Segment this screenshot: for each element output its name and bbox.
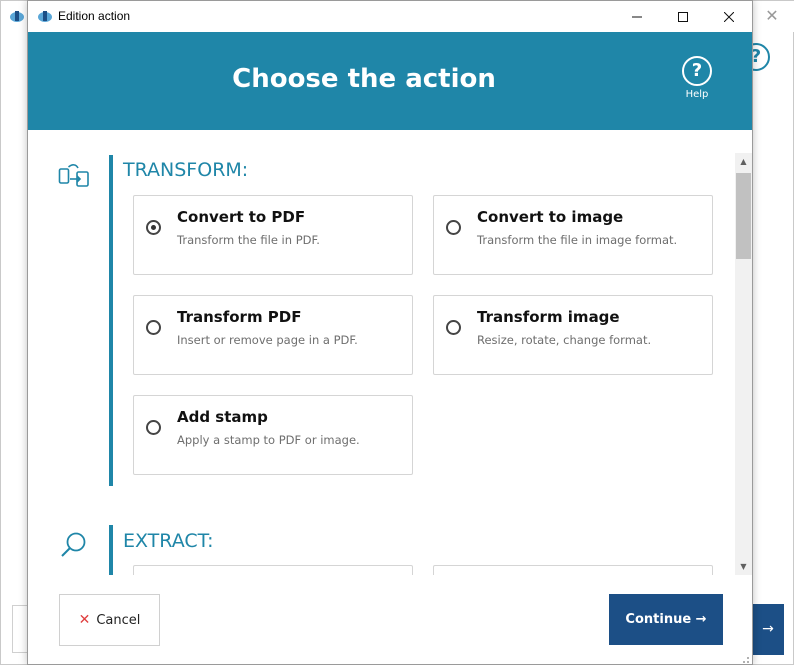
continue-button[interactable]: Continue → [609, 594, 723, 645]
section-bar-extract [109, 525, 113, 575]
option-extract-partial[interactable] [433, 565, 713, 575]
window-title: Edition action [58, 9, 131, 23]
help-icon: ? [682, 56, 712, 86]
minimize-icon [632, 16, 642, 17]
radio-unselected[interactable] [446, 220, 461, 235]
option-description: Apply a stamp to PDF or image. [177, 433, 360, 447]
scroll-down-icon[interactable]: ▼ [735, 558, 752, 575]
maximize-icon [678, 11, 688, 22]
section-bar-transform [109, 155, 113, 486]
search-icon [61, 532, 86, 557]
radio-selected[interactable] [146, 220, 161, 235]
resize-grip-icon[interactable] [738, 652, 750, 664]
continue-label: Continue → [625, 612, 707, 627]
close-icon [724, 11, 734, 22]
minimize-button[interactable] [614, 1, 660, 32]
cancel-label: Cancel [96, 612, 141, 628]
option-transform-image[interactable]: Transform image Resize, rotate, change f… [433, 295, 713, 375]
help-label: Help [685, 89, 709, 100]
option-extract-partial[interactable] [133, 565, 413, 575]
app-icon [38, 11, 52, 22]
dialog-titlebar: Edition action [28, 1, 752, 32]
help-button[interactable]: ? Help [680, 56, 714, 106]
section-title-extract: EXTRACT: [123, 530, 214, 552]
scroll-up-icon[interactable]: ▲ [735, 153, 752, 170]
option-description: Resize, rotate, change format. [477, 333, 652, 347]
background-arrow-button[interactable]: → [752, 604, 784, 655]
page-title: Choose the action [232, 64, 496, 94]
radio-unselected[interactable] [446, 320, 461, 335]
dialog-header: Choose the action ? Help [28, 32, 752, 130]
option-title: Transform PDF [177, 308, 302, 326]
app-icon [10, 11, 24, 22]
option-convert-to-image[interactable]: Convert to image Transform the file in i… [433, 195, 713, 275]
option-title: Convert to image [477, 208, 624, 226]
option-title: Convert to PDF [177, 208, 306, 226]
cancel-icon: ✕ [78, 612, 91, 628]
scrollbar-thumb[interactable] [736, 173, 751, 259]
radio-unselected[interactable] [146, 420, 161, 435]
option-description: Insert or remove page in a PDF. [177, 333, 358, 347]
actions-scroll-area: TRANSFORM: Convert to PDF Transform the … [28, 130, 752, 575]
transform-icon [58, 164, 89, 187]
vertical-scrollbar[interactable]: ▲ ▼ [735, 153, 752, 575]
option-title: Add stamp [177, 408, 268, 426]
edition-action-dialog: Edition action Choose the action ? Help … [27, 0, 753, 665]
cancel-button[interactable]: ✕ Cancel [59, 594, 160, 646]
option-title: Transform image [477, 308, 620, 326]
radio-unselected[interactable] [146, 320, 161, 335]
background-close-icon[interactable]: ✕ [761, 5, 783, 27]
option-transform-pdf[interactable]: Transform PDF Insert or remove page in a… [133, 295, 413, 375]
close-button[interactable] [706, 1, 752, 32]
maximize-button[interactable] [660, 1, 706, 32]
option-convert-to-pdf[interactable]: Convert to PDF Transform the file in PDF… [133, 195, 413, 275]
section-title-transform: TRANSFORM: [123, 159, 249, 181]
option-add-stamp[interactable]: Add stamp Apply a stamp to PDF or image. [133, 395, 413, 475]
option-description: Transform the file in PDF. [177, 233, 320, 247]
option-description: Transform the file in image format. [477, 233, 678, 247]
